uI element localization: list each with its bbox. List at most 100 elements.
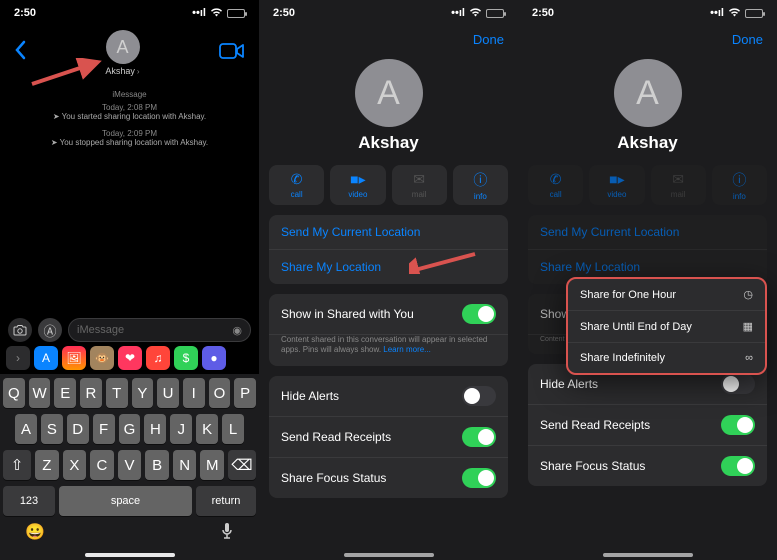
numbers-key[interactable]: 123 <box>3 486 55 516</box>
home-indicator[interactable] <box>344 553 434 557</box>
key-g[interactable]: G <box>119 414 141 444</box>
video-button[interactable]: ■▸video <box>589 165 644 205</box>
shared-with-you-footnote: Content shared in this conversation will… <box>269 335 508 366</box>
key-d[interactable]: D <box>67 414 89 444</box>
camera-button[interactable] <box>8 318 32 342</box>
key-z[interactable]: Z <box>35 450 59 480</box>
key-p[interactable]: P <box>234 378 256 408</box>
key-q[interactable]: Q <box>3 378 25 408</box>
facetime-button[interactable] <box>219 40 245 66</box>
digitaltouch-app-icon[interactable]: ❤ <box>118 346 142 370</box>
app-drawer-icon[interactable]: › <box>6 346 30 370</box>
key-b[interactable]: B <box>145 450 169 480</box>
video-icon: ■▸ <box>350 171 365 188</box>
status-bar: 2:50 ••ıl <box>0 0 259 22</box>
share-duration-menu: Share for One Hour ◷ Share Until End of … <box>566 277 767 375</box>
misc-app-icon[interactable]: ● <box>202 346 226 370</box>
read-receipts-switch[interactable] <box>721 415 755 435</box>
key-m[interactable]: M <box>200 450 224 480</box>
read-receipts-switch[interactable] <box>462 427 496 447</box>
focus-status-switch[interactable] <box>462 468 496 488</box>
status-right: ••ıl <box>192 7 245 20</box>
read-receipts-row[interactable]: Send Read Receipts <box>269 417 508 458</box>
home-indicator[interactable] <box>85 553 175 557</box>
key-a[interactable]: A <box>15 414 37 444</box>
hide-alerts-switch[interactable] <box>721 374 755 394</box>
contact-header[interactable]: A Akshay› <box>105 30 139 76</box>
key-n[interactable]: N <box>173 450 197 480</box>
focus-status-switch[interactable] <box>721 456 755 476</box>
return-key[interactable]: return <box>196 486 256 516</box>
home-indicator[interactable] <box>603 553 693 557</box>
info-button[interactable]: ⓘinfo <box>712 165 767 205</box>
status-right: ••ıl <box>451 7 504 20</box>
misc-app-icon[interactable]: $ <box>174 346 198 370</box>
video-button[interactable]: ■▸video <box>330 165 385 205</box>
status-time: 2:50 <box>273 7 295 19</box>
focus-status-row[interactable]: Share Focus Status <box>269 458 508 498</box>
emoji-key[interactable]: 😀 <box>25 522 45 545</box>
share-one-hour-option[interactable]: Share for One Hour ◷ <box>568 279 765 311</box>
call-button[interactable]: ✆call <box>269 165 324 205</box>
imessage-app-strip[interactable]: › A 🖼 🐵 ❤ ♫ $ ● <box>0 344 259 372</box>
send-current-location-button[interactable]: Send My Current Location <box>528 215 767 250</box>
hide-alerts-row[interactable]: Hide Alerts <box>269 376 508 417</box>
contact-avatar: A <box>106 30 140 64</box>
input-placeholder: iMessage <box>77 324 124 336</box>
key-x[interactable]: X <box>63 450 87 480</box>
contact-avatar[interactable]: A <box>355 59 423 127</box>
key-c[interactable]: C <box>90 450 114 480</box>
music-app-icon[interactable]: ♫ <box>146 346 170 370</box>
read-receipts-row[interactable]: Send Read Receipts <box>528 405 767 446</box>
key-k[interactable]: K <box>196 414 218 444</box>
dictation-key[interactable] <box>220 522 234 545</box>
key-i[interactable]: I <box>183 378 205 408</box>
key-t[interactable]: T <box>106 378 128 408</box>
done-button[interactable]: Done <box>473 32 504 47</box>
back-button[interactable] <box>14 40 26 66</box>
space-key[interactable]: space <box>59 486 192 516</box>
key-e[interactable]: E <box>54 378 76 408</box>
wifi-icon <box>210 7 223 20</box>
dictate-icon[interactable]: ◉ <box>232 324 242 337</box>
photos-app-icon[interactable]: 🖼 <box>62 346 86 370</box>
mail-icon: ✉ <box>672 171 684 188</box>
key-j[interactable]: J <box>170 414 192 444</box>
key-w[interactable]: W <box>29 378 51 408</box>
key-r[interactable]: R <box>80 378 102 408</box>
row-label: Hide Alerts <box>540 377 598 391</box>
focus-status-row[interactable]: Share Focus Status <box>528 446 767 486</box>
key-s[interactable]: S <box>41 414 63 444</box>
key-u[interactable]: U <box>157 378 179 408</box>
info-button[interactable]: ⓘinfo <box>453 165 508 205</box>
key-y[interactable]: Y <box>132 378 154 408</box>
hide-alerts-switch[interactable] <box>462 386 496 406</box>
shared-with-you-row[interactable]: Show in Shared with You <box>269 294 508 335</box>
key-o[interactable]: O <box>209 378 231 408</box>
memoji-app-icon[interactable]: 🐵 <box>90 346 114 370</box>
message-input[interactable]: iMessage ◉ <box>68 318 251 342</box>
done-button[interactable]: Done <box>732 32 763 47</box>
shift-key[interactable]: ⇧ <box>3 450 31 480</box>
annotation-arrow <box>409 250 479 274</box>
backspace-key[interactable]: ⌫ <box>228 450 256 480</box>
messages-conversation-screen: 2:50 ••ıl A Akshay› iMessage Today, 2:08… <box>0 0 259 560</box>
app-store-button[interactable]: Ⓐ <box>38 318 62 342</box>
key-v[interactable]: V <box>118 450 142 480</box>
shared-with-you-switch[interactable] <box>462 304 496 324</box>
appstore-app-icon[interactable]: A <box>34 346 58 370</box>
system-timestamp: Today, 2:08 PM <box>10 103 249 112</box>
key-l[interactable]: L <box>222 414 244 444</box>
system-message: ➤ You started sharing location with Aksh… <box>10 112 249 121</box>
send-current-location-button[interactable]: Send My Current Location <box>269 215 508 250</box>
share-indefinitely-option[interactable]: Share Indefinitely ∞ <box>568 343 765 373</box>
key-f[interactable]: F <box>93 414 115 444</box>
contact-avatar[interactable]: A <box>614 59 682 127</box>
learn-more-link[interactable]: Learn more... <box>383 345 431 354</box>
mail-button: ✉mail <box>651 165 706 205</box>
cellular-icon: ••ıl <box>192 7 206 19</box>
share-end-of-day-option[interactable]: Share Until End of Day ▦ <box>568 311 765 343</box>
call-button[interactable]: ✆call <box>528 165 583 205</box>
keyboard[interactable]: QWERTYUIOP ASDFGHJKL ⇧ ZXCVBNM ⌫ 123 spa… <box>0 374 259 560</box>
key-h[interactable]: H <box>144 414 166 444</box>
